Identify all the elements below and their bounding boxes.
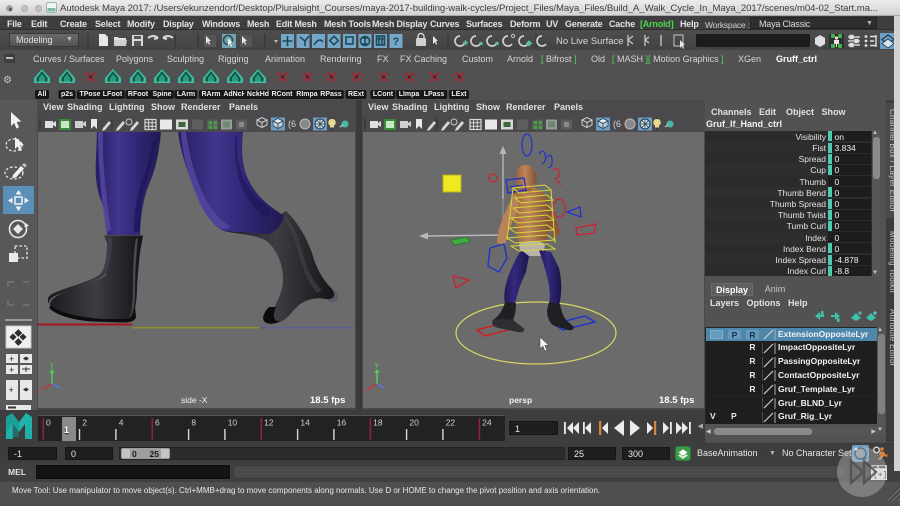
svg-text:14: 14 [300, 418, 310, 428]
svg-text:+: + [9, 385, 14, 395]
svg-text:side -X: side -X [181, 395, 208, 405]
svg-text:2: 2 [82, 418, 87, 428]
svg-text:18: 18 [373, 418, 383, 428]
svg-text:+: + [9, 354, 14, 364]
svg-text:10: 10 [228, 418, 238, 428]
svg-text:16: 16 [337, 418, 347, 428]
svg-text:22: 22 [446, 418, 456, 428]
svg-text:No Live Surface: No Live Surface [556, 36, 624, 47]
svg-text:z: z [38, 388, 42, 395]
svg-text:x: x [363, 388, 367, 395]
svg-text:24: 24 [482, 418, 492, 428]
svg-text:12: 12 [264, 418, 274, 428]
svg-text:18.5 fps: 18.5 fps [310, 395, 345, 406]
svg-text:6: 6 [155, 418, 160, 428]
svg-text:?: ? [393, 36, 400, 48]
svg-text:y: y [50, 362, 54, 369]
svg-text:20: 20 [409, 418, 419, 428]
svg-text:8: 8 [191, 418, 196, 428]
svg-text:0: 0 [46, 418, 51, 428]
svg-text:persp: persp [509, 395, 532, 405]
svg-text:y: y [375, 362, 379, 369]
svg-text:4: 4 [119, 418, 124, 428]
svg-text:+: + [9, 365, 14, 375]
svg-text:18.5 fps: 18.5 fps [659, 395, 694, 406]
